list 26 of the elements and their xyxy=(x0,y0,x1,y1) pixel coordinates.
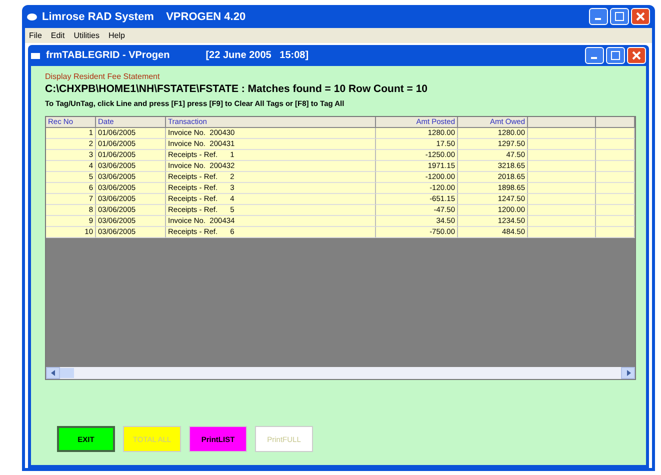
timestamp: [22 June 2005 15:08] xyxy=(206,50,310,61)
scroll-right-button[interactable] xyxy=(621,367,635,379)
menu-item[interactable]: Utilities xyxy=(74,31,100,40)
heading: Display Resident Fee Statement xyxy=(45,72,161,81)
form-title: frmTABLEGRID - VProgen xyxy=(46,50,170,61)
left-arrow-icon xyxy=(50,370,56,376)
close-button[interactable] xyxy=(631,8,650,25)
window-title: Limrose RAD System VPROGEN 4.20 xyxy=(42,10,247,22)
path-line: C:\CHXPB\HOME1\NH\FSTATE\FSTATE : Matches found = 10 Row Count = 10 xyxy=(45,83,428,95)
form-icon xyxy=(31,52,40,60)
close-icon xyxy=(632,51,641,60)
maximize-button[interactable] xyxy=(610,8,629,25)
maximize-icon xyxy=(615,12,624,21)
maximize-icon xyxy=(611,51,620,60)
close-icon xyxy=(636,12,645,21)
scroll-left-button[interactable] xyxy=(46,367,60,379)
maximize-button[interactable] xyxy=(606,47,625,64)
menu-item[interactable]: Help xyxy=(108,31,125,40)
scroll-thumb[interactable] xyxy=(60,368,74,378)
close-button[interactable] xyxy=(627,47,646,64)
minimize-button[interactable] xyxy=(589,8,608,25)
menu-item[interactable]: File xyxy=(29,31,42,40)
minimize-button[interactable] xyxy=(585,47,604,64)
app-icon xyxy=(27,12,37,20)
menu-item[interactable]: Edit xyxy=(50,31,65,40)
right-arrow-icon xyxy=(626,370,630,376)
